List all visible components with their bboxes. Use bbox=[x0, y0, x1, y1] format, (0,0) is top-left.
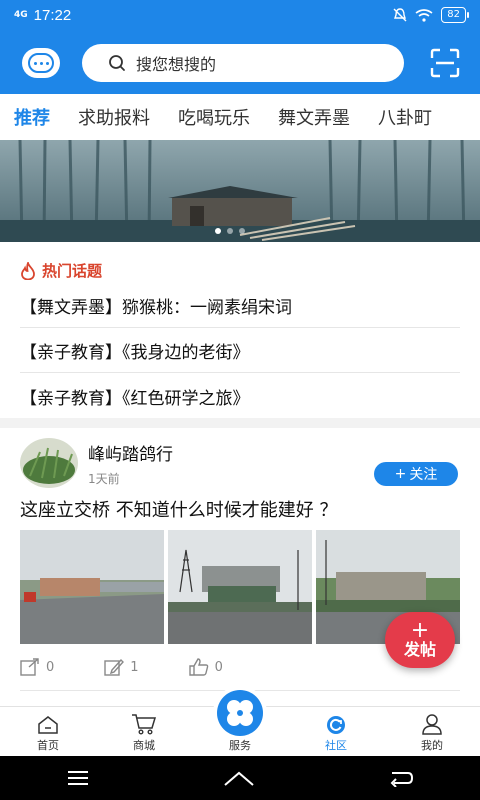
hot-topics-section: 热门话题 【舞文弄墨】猕猴桃：一阙素绢宋词 【亲子教育】《我身边的老街》 【亲子… bbox=[0, 242, 480, 418]
topic-item[interactable]: 【亲子教育】《红色研学之旅》 bbox=[20, 374, 460, 418]
search-placeholder: 搜您想搜的 bbox=[136, 55, 217, 74]
hot-topics-title: 热门话题 bbox=[42, 262, 103, 280]
post-time: 1天前 bbox=[88, 472, 120, 486]
wifi-icon bbox=[415, 8, 433, 22]
thumbs-up-icon bbox=[188, 658, 208, 676]
author-name[interactable]: 峰屿踏鸽行 bbox=[88, 440, 173, 465]
plus-icon: + bbox=[410, 618, 430, 643]
clock: 17:22 bbox=[33, 6, 72, 24]
topic-item[interactable]: 【亲子教育】《我身边的老街》 bbox=[20, 329, 460, 373]
nav-profile[interactable]: 我的 bbox=[384, 707, 480, 757]
cart-icon bbox=[132, 714, 157, 735]
mute-icon bbox=[393, 8, 407, 22]
share-stat[interactable]: 0 bbox=[20, 658, 54, 676]
status-bar: 4G 17:22 82 bbox=[0, 0, 480, 30]
home-icon bbox=[38, 716, 58, 734]
post-stats: 0 1 0 bbox=[20, 658, 273, 676]
tab-gossip[interactable]: 八卦町 bbox=[364, 104, 446, 130]
follow-button[interactable]: + 关注 bbox=[374, 462, 458, 486]
battery-indicator: 82 bbox=[441, 7, 469, 23]
tab-literature[interactable]: 舞文弄墨 bbox=[264, 104, 364, 130]
like-count: 0 bbox=[214, 659, 223, 675]
carousel-indicator bbox=[215, 228, 245, 234]
hot-topics-header: 热门话题 bbox=[20, 260, 102, 281]
create-post-label: 发帖 bbox=[403, 640, 436, 659]
banner-carousel[interactable] bbox=[0, 140, 480, 242]
nav-home[interactable]: 首页 bbox=[0, 707, 96, 757]
home-system-icon[interactable] bbox=[223, 769, 255, 787]
section-divider bbox=[0, 418, 480, 428]
back-icon[interactable] bbox=[388, 769, 414, 787]
share-count: 0 bbox=[46, 659, 55, 675]
comment-icon bbox=[104, 658, 125, 676]
follow-label: 关注 bbox=[409, 467, 438, 483]
flame-icon bbox=[21, 261, 35, 280]
profile-icon bbox=[422, 714, 442, 735]
search-icon bbox=[109, 55, 125, 71]
post-photo[interactable] bbox=[168, 530, 312, 644]
post-text[interactable]: 这座立交桥 不知道什么时候才能建好 ？ bbox=[20, 496, 337, 522]
tab-recommend[interactable]: 推荐 bbox=[0, 104, 64, 130]
banner-image bbox=[0, 140, 480, 242]
nav-mall[interactable]: 商城 bbox=[96, 707, 192, 757]
post-photo[interactable] bbox=[20, 530, 164, 644]
chat-bubble-icon bbox=[28, 53, 54, 73]
status-icons: 82 bbox=[393, 7, 469, 23]
comment-count: 1 bbox=[130, 659, 139, 675]
search-input[interactable]: 搜您想搜的 bbox=[82, 44, 404, 82]
scan-icon[interactable] bbox=[430, 48, 460, 78]
system-nav-bar bbox=[0, 756, 480, 800]
nav-label: 社区 bbox=[325, 739, 347, 752]
top-header: 搜您想搜的 bbox=[0, 30, 480, 94]
app-screen: 4G 17:22 82 搜您想搜的 推荐 求助报料 吃喝玩乐 舞文弄墨 八卦町 bbox=[0, 0, 480, 800]
tab-food-fun[interactable]: 吃喝玩乐 bbox=[164, 104, 264, 130]
category-tabs: 推荐 求助报料 吃喝玩乐 舞文弄墨 八卦町 bbox=[0, 94, 480, 140]
avatar[interactable] bbox=[20, 438, 78, 488]
create-post-button[interactable]: + 发帖 bbox=[385, 612, 455, 668]
nav-label: 商城 bbox=[133, 739, 155, 752]
community-icon bbox=[327, 716, 345, 734]
service-center-button[interactable] bbox=[213, 686, 267, 740]
nav-label: 我的 bbox=[421, 739, 443, 752]
nav-label: 首页 bbox=[37, 739, 59, 752]
like-stat[interactable]: 0 bbox=[188, 658, 223, 676]
tab-help-report[interactable]: 求助报料 bbox=[64, 104, 164, 130]
topic-item[interactable]: 【舞文弄墨】猕猴桃：一阙素绢宋词 bbox=[20, 284, 460, 328]
message-button[interactable] bbox=[22, 48, 60, 78]
plus-icon: + bbox=[394, 466, 407, 482]
share-icon bbox=[20, 658, 39, 676]
menu-icon[interactable] bbox=[66, 770, 90, 786]
comment-stat[interactable]: 1 bbox=[104, 658, 139, 676]
network-indicator: 4G bbox=[14, 9, 28, 20]
nav-community[interactable]: 社区 bbox=[288, 707, 384, 757]
service-icon bbox=[227, 700, 253, 726]
